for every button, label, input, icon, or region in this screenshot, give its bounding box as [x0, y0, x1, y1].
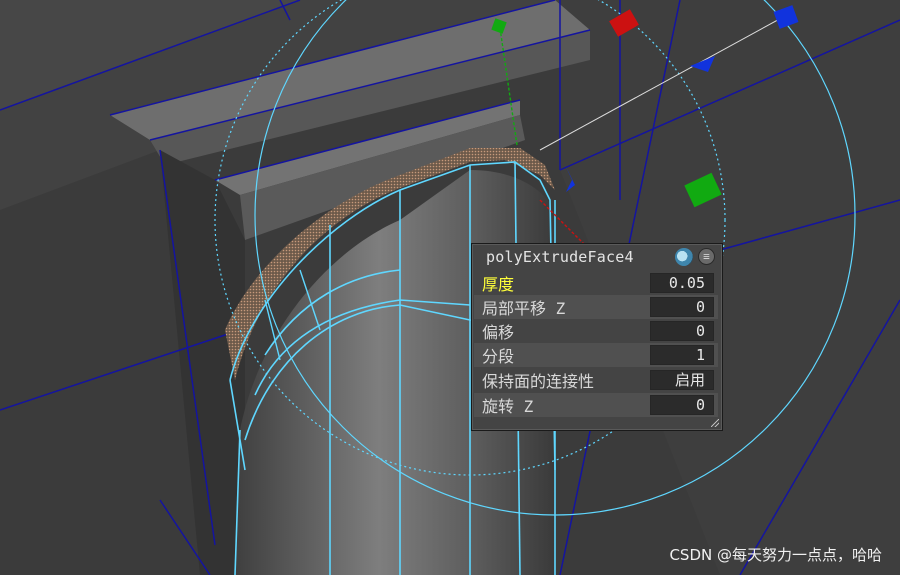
- attribute-label: 旋转 Z: [482, 397, 534, 416]
- attribute-label: 局部平移 Z: [482, 299, 566, 318]
- attribute-row-offset[interactable]: 偏移 0: [474, 319, 718, 343]
- attribute-row-local-translate-z[interactable]: 局部平移 Z 0: [474, 295, 718, 319]
- attribute-value-field[interactable]: 启用: [650, 370, 714, 390]
- 3d-viewport[interactable]: [0, 0, 900, 575]
- attribute-row-divisions[interactable]: 分段 1: [474, 343, 718, 367]
- attribute-value-field[interactable]: 0: [650, 321, 714, 341]
- resize-grip-icon[interactable]: [711, 419, 719, 427]
- attribute-value-field[interactable]: 1: [650, 345, 714, 365]
- in-view-editor-panel[interactable]: polyExtrudeFace4 ≡ 厚度 0.05 局部平移 Z 0 偏移 0…: [471, 243, 723, 431]
- attribute-value-field[interactable]: 0: [650, 395, 714, 415]
- attribute-row-thickness[interactable]: 厚度 0.05: [474, 271, 718, 295]
- attribute-label: 厚度: [482, 275, 515, 294]
- attribute-label: 保持面的连接性: [482, 372, 595, 391]
- attribute-label: 偏移: [482, 323, 515, 342]
- attribute-value-field[interactable]: 0.05: [650, 273, 714, 293]
- attribute-value-field[interactable]: 0: [650, 297, 714, 317]
- attribute-row-keep-faces-together[interactable]: 保持面的连接性 启用: [474, 368, 718, 392]
- attribute-label: 分段: [482, 347, 515, 366]
- watermark-text: CSDN @每天努力一点点，哈哈: [669, 546, 882, 564]
- node-name-label: polyExtrudeFace4: [486, 248, 634, 266]
- display-mode-sphere-icon[interactable]: [675, 248, 693, 266]
- attribute-row-rotate-z[interactable]: 旋转 Z 0: [474, 393, 718, 417]
- node-name-header: polyExtrudeFace4 ≡: [472, 244, 722, 270]
- menu-icon[interactable]: ≡: [698, 248, 715, 265]
